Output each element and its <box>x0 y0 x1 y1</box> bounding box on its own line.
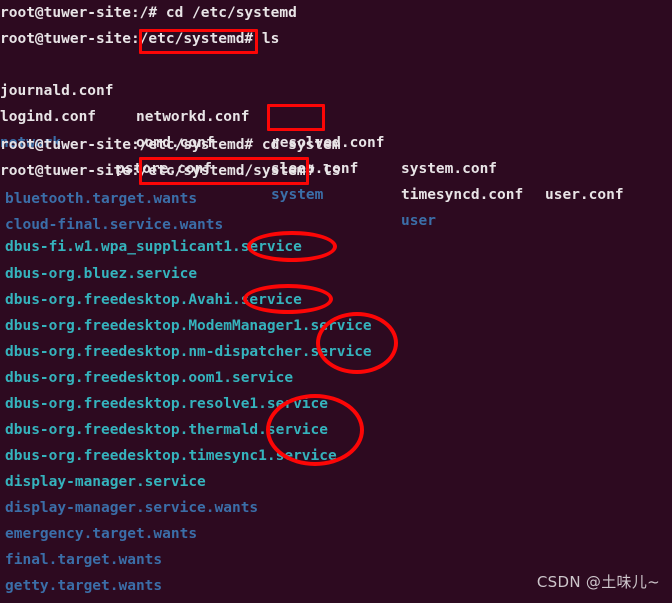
command-line-cd-systemd: root@tuwer-site:/# cd /etc/systemd <box>0 5 297 21</box>
dir-getty-target-wants: getty.target.wants <box>5 578 163 594</box>
watermark-text: CSDN @土味儿~ <box>536 573 660 591</box>
dir-display-manager-service-wants: display-manager.service.wants <box>5 500 259 516</box>
file-user-conf: user.conf <box>545 187 624 203</box>
symlink-dbus-org-freedesktop-timesync1-service: dbus-org.freedesktop.timesync1.service <box>5 448 337 464</box>
command-line-ls-systemd: root@tuwer-site:/etc/systemd# ls <box>0 31 280 47</box>
file-networkd-conf: networkd.conf <box>136 109 250 125</box>
symlink-dbus-org-freedesktop-resolve1-service: dbus-org.freedesktop.resolve1.service <box>5 396 329 412</box>
symlink-dbus-fi-w1-wpa-supplicant1-service: dbus-fi.w1.wpa_supplicant1.service <box>5 239 302 255</box>
command-line-ls-system: root@tuwer-site:/etc/systemd/system# ls <box>0 163 341 179</box>
dir-user: user <box>401 213 436 229</box>
symlink-dbus-org-freedesktop-modemmanager1-service: dbus-org.freedesktop.ModemManager1.servi… <box>5 318 372 334</box>
dir-system: system <box>271 187 324 203</box>
symlink-display-manager-service: display-manager.service <box>5 474 206 490</box>
listing-row-2: logind.conf oomd.conf sleep.conf timesyn… <box>0 78 523 203</box>
symlink-dbus-org-bluez-service: dbus-org.bluez.service <box>5 266 198 282</box>
dir-bluetooth-target-wants: bluetooth.target.wants <box>5 191 198 207</box>
dir-emergency-target-wants: emergency.target.wants <box>5 526 198 542</box>
highlight-box-system-directory <box>267 104 325 131</box>
terminal-window[interactable]: root@tuwer-site:/# cd /etc/systemd root@… <box>0 0 672 603</box>
symlink-dbus-org-freedesktop-thermald-service: dbus-org.freedesktop.thermald.service <box>5 422 329 438</box>
listing-row-1: journald.conf networkd.conf resolved.con… <box>0 52 624 203</box>
file-system-conf: system.conf <box>401 161 498 177</box>
command-line-cd-system: root@tuwer-site:/etc/systemd# cd system <box>0 137 341 153</box>
dir-final-target-wants: final.target.wants <box>5 552 163 568</box>
symlink-dbus-org-freedesktop-avahi-service: dbus-org.freedesktop.Avahi.service <box>5 292 302 308</box>
file-timesyncd-conf: timesyncd.conf <box>401 187 524 203</box>
symlink-dbus-org-freedesktop-nm-dispatcher-service: dbus-org.freedesktop.nm-dispatcher.servi… <box>5 344 372 360</box>
listing-row-3: network pstore.conf system user <box>0 104 436 229</box>
symlink-dbus-org-freedesktop-oom1-service: dbus-org.freedesktop.oom1.service <box>5 370 294 386</box>
